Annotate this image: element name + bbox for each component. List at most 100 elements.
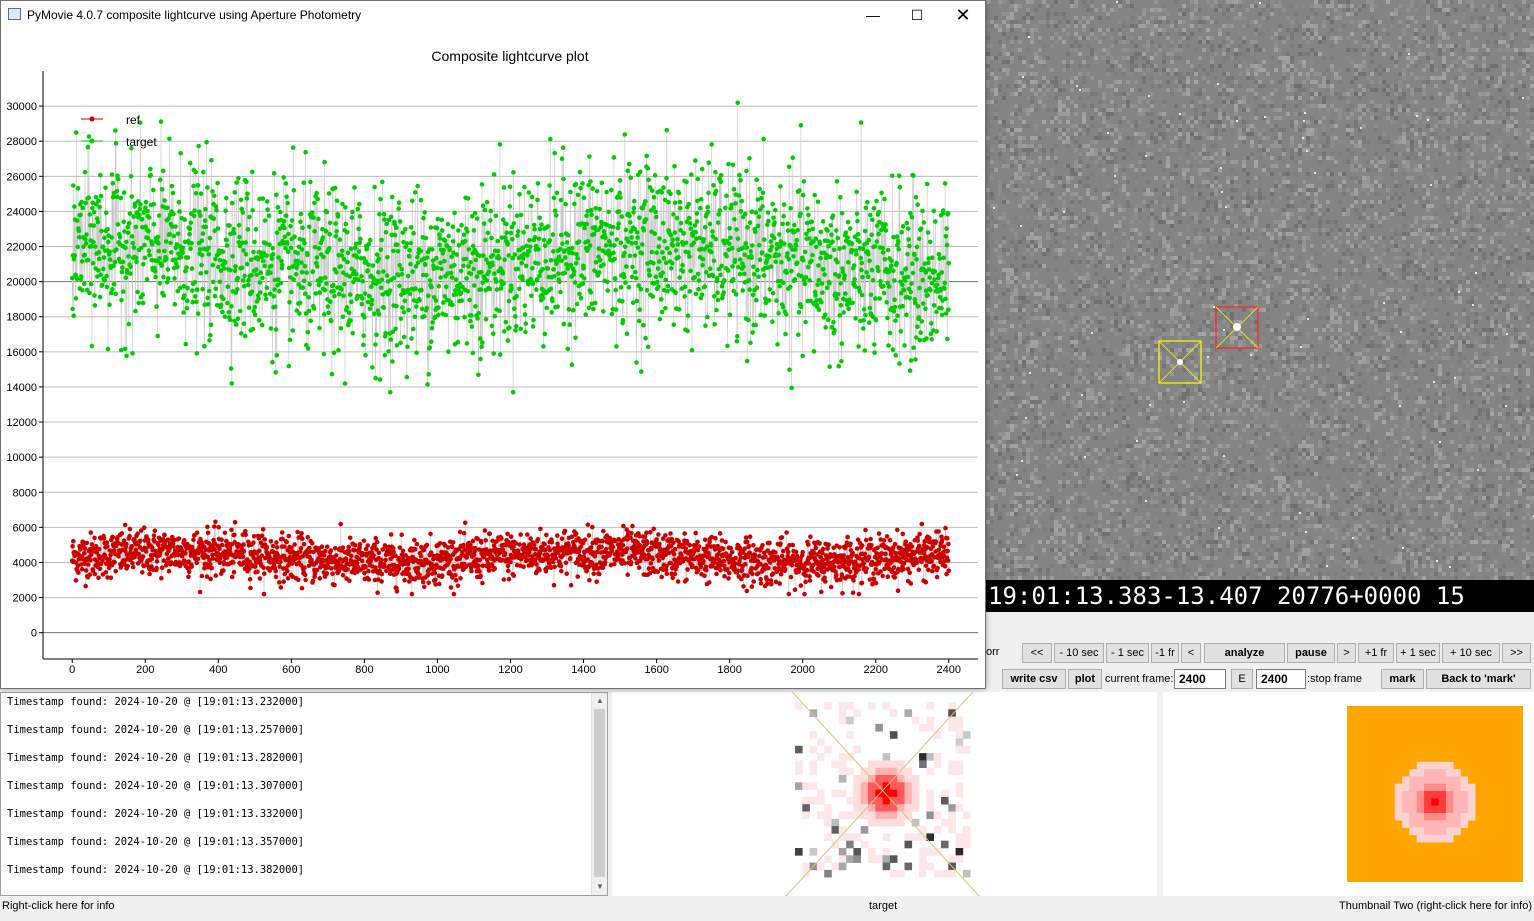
lightcurve-plot-window[interactable]: PyMovie 4.0.7 composite lightcurve using… — [0, 0, 986, 689]
data-point-ref — [396, 566, 402, 572]
data-point-ref — [499, 536, 504, 541]
data-point-target — [842, 273, 847, 278]
data-point-target — [915, 304, 921, 309]
data-point-target — [401, 334, 407, 340]
data-point-ref — [278, 559, 283, 564]
forward-1-button[interactable]: > — [1337, 643, 1356, 663]
target-aperture[interactable] — [1215, 306, 1259, 349]
minus-1-frame-button[interactable]: -1 fr — [1151, 643, 1179, 663]
plus-10-sec-button[interactable]: + 10 sec — [1442, 643, 1500, 663]
data-point-target — [663, 260, 669, 265]
data-point-target — [201, 169, 206, 175]
thumbnail-two-panel[interactable] — [1163, 692, 1534, 896]
e-button[interactable]: E — [1231, 669, 1253, 689]
thumbnail-two-label[interactable]: Thumbnail Two (right-click here for info… — [1339, 900, 1532, 912]
minus-1-sec-button[interactable]: - 1 sec — [1106, 643, 1149, 663]
data-point-target — [436, 283, 442, 289]
star-field-image[interactable]: 19:01:13.383-13.407 20776+0000 15 — [986, 0, 1534, 612]
data-point-target — [101, 266, 106, 272]
data-point-target — [685, 313, 691, 319]
data-point-ref — [299, 585, 305, 591]
data-point-target — [654, 250, 659, 255]
data-point-target — [354, 255, 360, 260]
data-point-target — [537, 226, 543, 232]
current-frame-input[interactable]: 2400 — [1174, 669, 1226, 689]
log-scroll-thumb[interactable] — [594, 709, 605, 877]
forward-10-frames-button[interactable]: >> — [1502, 643, 1531, 663]
data-point-target — [930, 255, 935, 260]
data-point-target — [565, 346, 571, 352]
data-point-target — [241, 321, 247, 327]
data-point-target — [870, 217, 875, 223]
thumbnail-one-panel[interactable] — [612, 692, 1157, 896]
data-point-target — [874, 198, 879, 204]
data-point-target — [243, 252, 249, 257]
back-1-button[interactable]: < — [1181, 643, 1201, 663]
data-point-ref — [248, 585, 253, 591]
mark-button[interactable]: mark — [1381, 669, 1424, 689]
plus-1-sec-button[interactable]: + 1 sec — [1396, 643, 1440, 663]
data-point-ref — [278, 585, 284, 590]
scroll-down-icon[interactable]: ▼ — [592, 879, 607, 895]
data-point-ref — [751, 543, 756, 548]
data-point-ref — [929, 559, 934, 564]
data-point-ref — [208, 576, 213, 582]
data-point-target — [269, 263, 274, 269]
thumbnail-one-label[interactable]: target — [869, 900, 897, 912]
data-point-target — [860, 246, 866, 252]
plus-1-frame-button[interactable]: +1 fr — [1358, 643, 1394, 663]
data-point-target — [613, 287, 618, 293]
data-point-target — [250, 326, 256, 332]
data-point-target — [168, 250, 174, 255]
data-point-target — [678, 205, 683, 211]
stop-frame-input[interactable]: 2400 — [1256, 669, 1306, 689]
data-point-target — [281, 175, 287, 180]
data-point-ref — [274, 540, 279, 545]
data-point-target — [881, 283, 886, 289]
data-point-ref — [508, 534, 514, 539]
data-point-target — [148, 166, 153, 172]
data-point-target — [291, 188, 297, 193]
log-info-label[interactable]: Right-click here for info — [2, 900, 115, 912]
ref-aperture[interactable] — [1158, 340, 1202, 384]
minus-10-sec-button[interactable]: - 10 sec — [1054, 643, 1104, 663]
data-point-target — [929, 321, 934, 326]
back-to-mark-button[interactable]: Back to 'mark' — [1426, 669, 1531, 689]
x-tick-label: 1200 — [498, 664, 522, 676]
data-point-target — [569, 362, 575, 368]
maximize-icon[interactable]: ☐ — [894, 1, 940, 29]
data-point-target — [787, 367, 792, 373]
data-point-target — [901, 287, 907, 293]
data-point-target — [847, 226, 853, 231]
data-point-ref — [418, 553, 424, 559]
data-point-target — [298, 211, 304, 217]
close-icon[interactable]: ✕ — [940, 1, 985, 29]
log-scrollbar[interactable]: ▲ ▼ — [591, 693, 607, 895]
data-point-target — [761, 136, 766, 142]
data-point-target — [866, 251, 871, 257]
log-text-panel[interactable]: Timestamp found: 2024-10-20 @ [19:01:13.… — [0, 692, 608, 896]
write-csv-button[interactable]: write csv — [1002, 669, 1066, 689]
data-point-target — [904, 220, 910, 226]
data-point-target — [900, 303, 906, 309]
data-point-target — [490, 253, 496, 258]
data-point-target — [520, 277, 525, 283]
data-point-target — [721, 290, 727, 295]
lightcurve-plot[interactable]: Composite lightcurve plot020004000600080… — [1, 29, 985, 688]
plot-button[interactable]: plot — [1068, 669, 1102, 689]
pause-button[interactable]: pause — [1287, 643, 1335, 663]
data-point-ref — [696, 544, 702, 549]
data-point-target — [344, 230, 350, 235]
analyze-button[interactable]: analyze — [1204, 643, 1285, 663]
data-point-target — [788, 206, 793, 211]
data-point-ref — [756, 553, 762, 559]
minimize-icon[interactable]: — — [850, 1, 896, 29]
data-point-target — [865, 274, 871, 280]
data-point-target — [250, 208, 255, 213]
data-point-ref — [229, 527, 234, 533]
back-10-frames-button[interactable]: << — [1022, 643, 1052, 663]
scroll-up-icon[interactable]: ▲ — [592, 693, 607, 709]
data-point-target — [744, 358, 750, 364]
window-titlebar[interactable]: PyMovie 4.0.7 composite lightcurve using… — [1, 1, 985, 29]
data-point-target — [476, 372, 481, 378]
